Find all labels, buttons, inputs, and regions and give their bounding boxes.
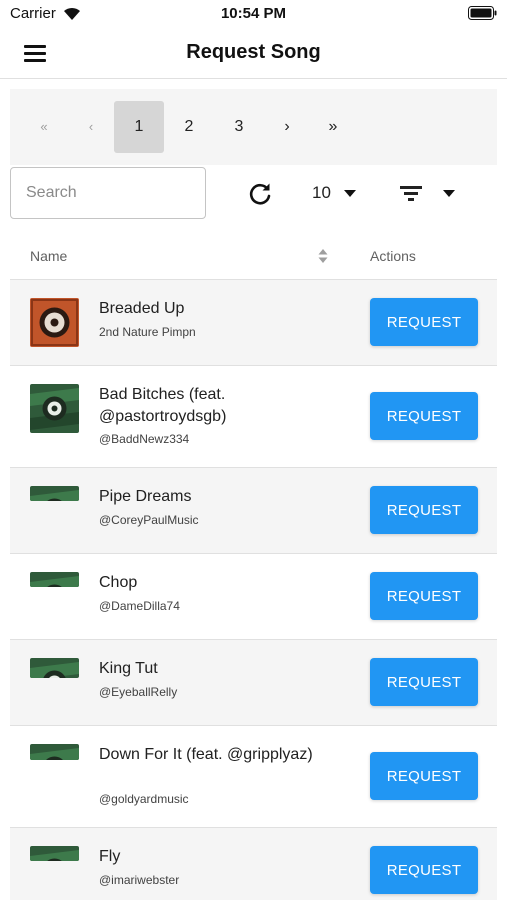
song-artist: @EyeballRelly — [99, 685, 178, 699]
table-row: Down For It (feat. @gripplyaz) @goldyard… — [10, 726, 497, 828]
table-header: Name Actions — [10, 232, 497, 280]
refresh-icon[interactable] — [246, 180, 274, 208]
request-button[interactable]: REQUEST — [370, 846, 478, 894]
song-list: Breaded Up 2nd Nature Pimpn REQUEST Bad … — [10, 280, 497, 900]
song-artist: @CoreyPaulMusic — [99, 513, 199, 527]
sort-icon[interactable] — [317, 247, 329, 265]
pagination: « ‹ 1 2 3 › » — [10, 89, 497, 165]
song-artist: @goldyardmusic — [99, 792, 189, 806]
album-art-image — [30, 298, 79, 347]
rows-per-page-select[interactable]: 10 — [308, 178, 364, 208]
album-art-image — [30, 572, 79, 587]
table-row: Pipe Dreams @CoreyPaulMusic REQUEST — [10, 468, 497, 554]
album-art-image — [30, 486, 79, 501]
song-title: Bad Bitches (feat. @pastortroydsgb) — [99, 386, 227, 425]
next-page-button[interactable]: › — [262, 101, 312, 153]
song-title: Breaded Up — [99, 300, 185, 317]
prev-page-button[interactable]: ‹ — [66, 101, 116, 153]
table-row: Chop @DameDilla74 REQUEST — [10, 554, 497, 640]
album-art-image — [30, 846, 79, 861]
album-art-image — [30, 384, 79, 433]
status-time: 10:54 PM — [220, 5, 287, 22]
rows-per-page-value: 10 — [312, 183, 331, 202]
page-1-button[interactable]: 1 — [114, 101, 164, 153]
page-3-button[interactable]: 3 — [214, 101, 264, 153]
song-artist: @BaddNewz334 — [99, 432, 190, 446]
battery-icon — [468, 6, 497, 20]
song-artist: 2nd Nature Pimpn — [99, 325, 196, 339]
song-title: King Tut — [99, 660, 158, 677]
column-header-name: Name — [30, 248, 68, 264]
chevron-down-icon — [344, 190, 356, 197]
request-button[interactable]: REQUEST — [370, 572, 478, 620]
table-row: Bad Bitches (feat. @pastortroydsgb) @Bad… — [10, 366, 497, 468]
song-title: Chop — [99, 574, 138, 591]
search-field — [10, 167, 206, 219]
filter-button[interactable] — [396, 178, 462, 208]
table-row: King Tut @EyeballRelly REQUEST — [10, 640, 497, 726]
table-row: Breaded Up 2nd Nature Pimpn REQUEST — [10, 280, 497, 366]
song-artist: @imariwebster — [99, 873, 180, 887]
first-page-button[interactable]: « — [19, 101, 69, 153]
song-title: Down For It (feat. @gripplyaz) — [99, 746, 313, 763]
request-button[interactable]: REQUEST — [370, 658, 478, 706]
song-artist: @DameDilla74 — [99, 599, 180, 613]
album-art-image — [30, 744, 79, 760]
chevron-down-icon — [443, 190, 455, 197]
last-page-button[interactable]: » — [308, 101, 358, 153]
status-bar: Carrier 10:54 PM — [0, 0, 507, 28]
search-input[interactable] — [11, 168, 205, 218]
column-header-actions: Actions — [370, 248, 416, 264]
song-title: Pipe Dreams — [99, 488, 192, 505]
table-row: Fly @imariwebster REQUEST — [10, 828, 497, 900]
request-button[interactable]: REQUEST — [370, 298, 478, 346]
app-bar: Request Song — [0, 28, 507, 79]
request-button[interactable]: REQUEST — [370, 486, 478, 534]
page-title: Request Song — [186, 41, 321, 63]
request-button[interactable]: REQUEST — [370, 392, 478, 440]
album-art-image — [30, 658, 79, 678]
song-title: Fly — [99, 848, 121, 865]
page-2-button[interactable]: 2 — [164, 101, 214, 153]
request-button[interactable]: REQUEST — [370, 752, 478, 800]
